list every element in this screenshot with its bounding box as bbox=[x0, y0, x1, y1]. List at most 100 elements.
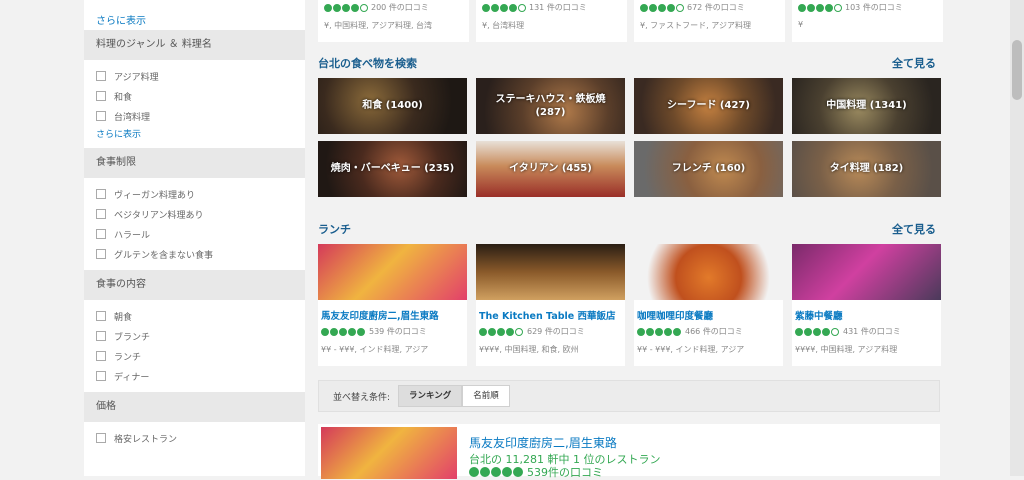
rating-bubbles-icon bbox=[795, 327, 839, 336]
restaurant-card[interactable]: 103 件の口コミ ¥ bbox=[792, 0, 943, 42]
checkbox[interactable] bbox=[96, 249, 106, 259]
checkbox[interactable] bbox=[96, 189, 106, 199]
filter-option[interactable]: 朝食 bbox=[96, 306, 293, 326]
filter-option[interactable]: 格安レストラン bbox=[96, 428, 293, 448]
filter-list-meal: 朝食 ブランチ ランチ ディナー bbox=[84, 300, 305, 392]
checkbox[interactable] bbox=[96, 91, 106, 101]
sort-name-button[interactable]: 名前順 bbox=[462, 385, 510, 407]
cuisine-tile[interactable]: ステーキハウス・鉄板焼 (287) bbox=[476, 78, 625, 134]
review-count[interactable]: 200 件の口コミ bbox=[371, 2, 429, 13]
checkbox[interactable] bbox=[96, 351, 106, 361]
restaurant-card[interactable]: 672 件の口コミ ¥, ファストフード, アジア料理 bbox=[634, 0, 785, 42]
filter-label: ハラール bbox=[114, 230, 151, 241]
review-count[interactable]: 466 件の口コミ bbox=[685, 326, 743, 337]
cuisine-tile-label: 焼肉・バーベキュー (235) bbox=[330, 163, 455, 175]
restaurant-card[interactable]: 馬友友印度廚房二,眉生東路 539 件の口コミ ¥¥ - ¥¥¥, インド料理,… bbox=[318, 244, 467, 366]
sort-bar: 並べ替え条件: ランキング 名前順 bbox=[318, 380, 940, 412]
sidebar-top: さらに表示 bbox=[84, 0, 305, 30]
filter-label: 台湾料理 bbox=[114, 112, 151, 123]
lunch-section-title: ランチ bbox=[318, 223, 351, 236]
checkbox[interactable] bbox=[96, 371, 106, 381]
filter-option[interactable]: 台湾料理 bbox=[96, 106, 293, 126]
result-listing[interactable]: 馬友友印度廚房二,眉生東路 台北の 11,281 軒中 1 位のレストラン 53… bbox=[318, 424, 940, 479]
rating-bubbles-icon bbox=[324, 3, 368, 12]
review-count[interactable]: 431 件の口コミ bbox=[843, 326, 901, 337]
rating: 103 件の口コミ bbox=[798, 2, 903, 13]
cuisine-tile[interactable]: 中国料理 (1341) bbox=[792, 78, 941, 134]
cuisine-tile[interactable]: イタリアン (455) bbox=[476, 141, 625, 197]
restaurant-photo[interactable] bbox=[476, 244, 625, 300]
checkbox[interactable] bbox=[96, 331, 106, 341]
filter-option[interactable]: グルテンを含まない食事 bbox=[96, 244, 293, 264]
review-count[interactable]: 629 件の口コミ bbox=[527, 326, 585, 337]
checkbox[interactable] bbox=[96, 209, 106, 219]
left-gutter bbox=[0, 0, 84, 476]
restaurant-info: ¥, ファストフード, アジア料理 bbox=[640, 21, 751, 30]
filter-option[interactable]: ハラール bbox=[96, 224, 293, 244]
filter-option[interactable]: ブランチ bbox=[96, 326, 293, 346]
filter-option[interactable]: ベジタリアン料理あり bbox=[96, 204, 293, 224]
rating-bubbles-icon bbox=[482, 3, 526, 12]
filter-option[interactable]: ランチ bbox=[96, 346, 293, 366]
checkbox[interactable] bbox=[96, 229, 106, 239]
see-all-link[interactable]: 全て見る bbox=[892, 221, 936, 237]
review-count[interactable]: 672 件の口コミ bbox=[687, 2, 745, 13]
restaurant-photo[interactable] bbox=[318, 244, 467, 300]
restaurant-photo[interactable] bbox=[792, 244, 941, 300]
restaurant-name[interactable]: The Kitchen Table 西華飯店 bbox=[479, 308, 622, 322]
cuisine-tile[interactable]: フレンチ (160) bbox=[634, 141, 783, 197]
restaurant-name[interactable]: 咖哩咖哩印度餐廳 bbox=[637, 308, 780, 322]
filter-list-cuisine: アジア料理 和食 台湾料理 bbox=[84, 60, 305, 132]
restaurant-card[interactable]: 咖哩咖哩印度餐廳 466 件の口コミ ¥¥ - ¥¥¥, インド料理, アジア bbox=[634, 244, 783, 366]
restaurant-card[interactable]: 紫藤中餐廳 431 件の口コミ ¥¥¥¥, 中国料理, アジア料理 bbox=[792, 244, 941, 366]
restaurant-card[interactable]: 200 件の口コミ ¥, 中国料理, アジア料理, 台湾 bbox=[318, 0, 469, 42]
restaurant-photo[interactable] bbox=[321, 427, 457, 479]
see-all-link[interactable]: 全て見る bbox=[892, 55, 936, 71]
restaurant-name[interactable]: 紫藤中餐廳 bbox=[795, 308, 938, 322]
restaurant-name[interactable]: 馬友友印度廚房二,眉生東路 bbox=[469, 434, 617, 451]
show-more-link[interactable]: さらに表示 bbox=[96, 12, 146, 27]
sort-ranking-button[interactable]: ランキング bbox=[398, 385, 463, 407]
cuisine-tile[interactable]: 焼肉・バーベキュー (235) bbox=[318, 141, 467, 197]
checkbox[interactable] bbox=[96, 111, 106, 121]
filter-label: ベジタリアン料理あり bbox=[114, 210, 204, 221]
cuisine-tile-label: イタリアン (455) bbox=[509, 163, 592, 175]
scrollbar[interactable] bbox=[1010, 0, 1024, 476]
restaurant-card[interactable]: 131 件の口コミ ¥, 台湾料理 bbox=[476, 0, 627, 42]
review-count[interactable]: 539 件の口コミ bbox=[369, 326, 427, 337]
filter-label: グルテンを含まない食事 bbox=[114, 250, 214, 261]
restaurant-photo[interactable] bbox=[634, 244, 783, 300]
cuisine-tile[interactable]: 和食 (1400) bbox=[318, 78, 467, 134]
filter-option[interactable]: ディナー bbox=[96, 366, 293, 386]
checkbox[interactable] bbox=[96, 71, 106, 81]
restaurant-card[interactable]: The Kitchen Table 西華飯店 629 件の口コミ ¥¥¥¥, 中… bbox=[476, 244, 625, 366]
cuisine-tile-label: シーフード (427) bbox=[667, 100, 750, 112]
cuisine-tile[interactable]: シーフード (427) bbox=[634, 78, 783, 134]
filter-option[interactable]: 和食 bbox=[96, 86, 293, 106]
filter-sidebar: さらに表示 料理のジャンル ＆ 料理名 アジア料理 和食 台湾料理 さらに表示 … bbox=[84, 0, 305, 476]
restaurant-info: ¥ bbox=[798, 20, 804, 29]
show-more-link[interactable]: さらに表示 bbox=[84, 126, 305, 144]
rating: 200 件の口コミ bbox=[324, 2, 429, 13]
filter-list-price: 格安レストラン bbox=[84, 422, 305, 454]
cuisine-tile-label: タイ料理 (182) bbox=[829, 163, 904, 175]
main-content: 200 件の口コミ ¥, 中国料理, アジア料理, 台湾 131 件の口コミ ¥… bbox=[305, 0, 944, 479]
rating: 672 件の口コミ bbox=[640, 2, 745, 13]
rating: 539件の口コミ bbox=[469, 464, 603, 480]
rating-bubbles-icon bbox=[479, 327, 523, 336]
restaurant-info: ¥¥ - ¥¥¥, インド料理, アジア bbox=[321, 345, 429, 354]
filter-option[interactable]: アジア料理 bbox=[96, 66, 293, 86]
checkbox[interactable] bbox=[96, 433, 106, 443]
review-count[interactable]: 539件の口コミ bbox=[527, 464, 603, 480]
restaurant-info: ¥, 台湾料理 bbox=[482, 21, 525, 30]
rating: 466 件の口コミ bbox=[637, 326, 743, 337]
review-count[interactable]: 103 件の口コミ bbox=[845, 2, 903, 13]
restaurant-info: ¥¥ - ¥¥¥, インド料理, アジア bbox=[637, 345, 745, 354]
restaurant-name[interactable]: 馬友友印度廚房二,眉生東路 bbox=[321, 308, 464, 322]
filter-option[interactable]: ヴィーガン料理あり bbox=[96, 184, 293, 204]
search-section-title: 台北の食べ物を検索 bbox=[318, 57, 417, 70]
cuisine-tile[interactable]: タイ料理 (182) bbox=[792, 141, 941, 197]
checkbox[interactable] bbox=[96, 311, 106, 321]
review-count[interactable]: 131 件の口コミ bbox=[529, 2, 587, 13]
scrollbar-thumb[interactable] bbox=[1012, 40, 1022, 100]
